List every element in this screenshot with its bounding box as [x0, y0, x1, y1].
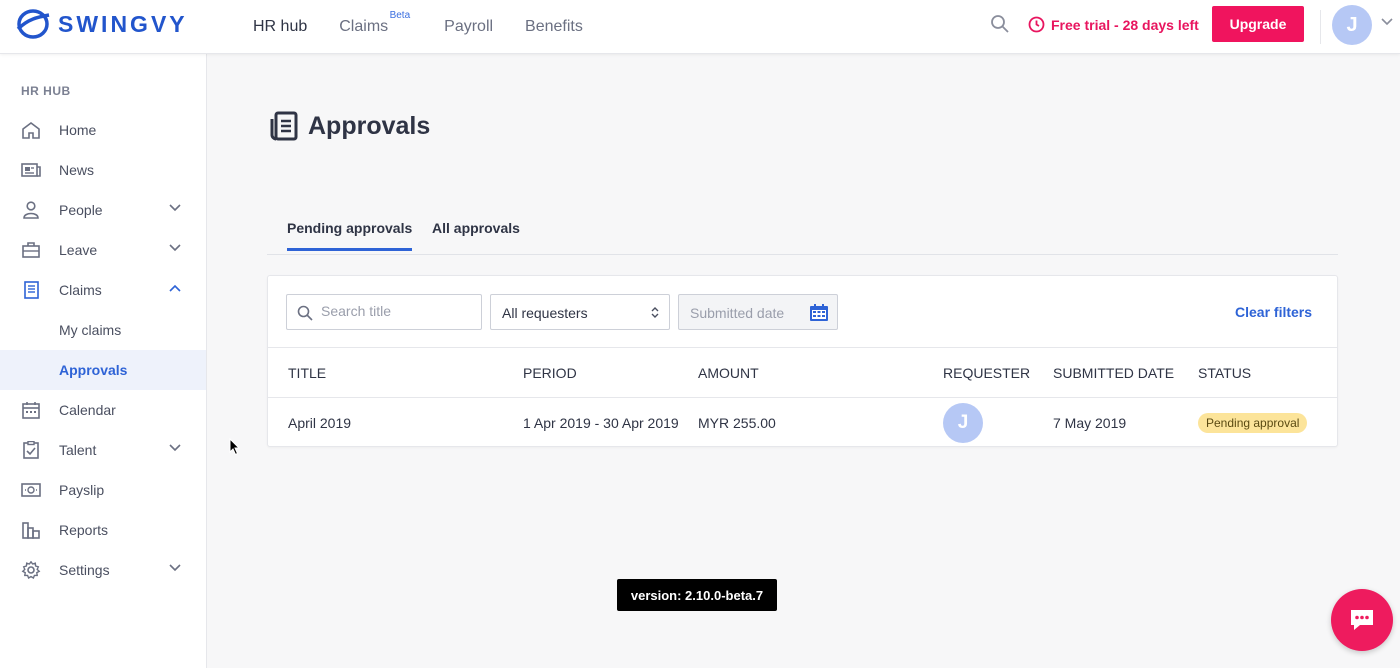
money-icon — [21, 483, 41, 497]
sidebar-item-label: Talent — [59, 442, 97, 458]
topnav-claims-label: Claims — [339, 18, 389, 35]
sidebar-item-label: My claims — [59, 322, 122, 338]
clear-filters-link[interactable]: Clear filters — [1235, 304, 1312, 320]
submitted-date-field[interactable]: Submitted date — [678, 294, 838, 330]
sidebar-item-home[interactable]: Home — [0, 110, 206, 150]
topnav-hr-hub[interactable]: HR hub — [253, 18, 307, 36]
sidebar-item-calendar[interactable]: Calendar — [0, 390, 206, 430]
chat-button[interactable] — [1331, 589, 1393, 651]
topnav-claims[interactable]: Claims Beta — [339, 10, 410, 36]
search-icon[interactable] — [990, 14, 1010, 34]
person-icon — [23, 201, 39, 219]
divider — [1320, 10, 1321, 44]
status-badge: Pending approval — [1198, 413, 1308, 433]
sidebar-item-settings[interactable]: Settings — [0, 550, 206, 590]
search-field[interactable] — [286, 294, 482, 330]
search-input[interactable] — [321, 303, 471, 319]
version-label: version: 2.10.0-beta.7 — [617, 579, 777, 611]
topnav-benefits[interactable]: Benefits — [525, 18, 583, 36]
cell-period: 1 Apr 2019 - 30 Apr 2019 — [523, 415, 679, 431]
sidebar-heading: HR HUB — [21, 84, 71, 98]
sidebar-item-label: Claims — [59, 282, 102, 298]
top-nav: HR hub Claims Beta Payroll Benefits — [253, 0, 615, 54]
document-icon — [270, 111, 298, 141]
trial-text: Free trial - 28 days left — [1051, 16, 1199, 33]
chevron-down-icon — [169, 204, 181, 212]
page-title: Approvals — [308, 111, 431, 140]
sidebar-item-approvals[interactable]: Approvals — [0, 350, 206, 390]
cell-title: April 2019 — [288, 415, 352, 431]
sidebar-item-reports[interactable]: Reports — [0, 510, 206, 550]
column-header-amount[interactable]: AMOUNT — [698, 365, 759, 381]
requester-select-value: All requesters — [502, 305, 588, 321]
column-header-status[interactable]: STATUS — [1198, 365, 1251, 381]
clipboard-icon — [23, 441, 39, 459]
search-icon — [297, 305, 313, 321]
column-header-period[interactable]: PERIOD — [523, 365, 577, 381]
bar-chart-icon — [22, 522, 40, 539]
sidebar: HR HUB Home News People Leave Claims My … — [0, 54, 207, 668]
sidebar-item-label: Calendar — [59, 402, 116, 418]
cell-submitted-date: 7 May 2019 — [1053, 415, 1127, 431]
document-icon — [24, 281, 39, 299]
sidebar-item-people[interactable]: People — [0, 190, 206, 230]
sidebar-item-label: Approvals — [59, 362, 128, 378]
sidebar-item-label: News — [59, 162, 95, 178]
sidebar-item-my-claims[interactable]: My claims — [0, 310, 206, 350]
gear-icon — [21, 561, 41, 579]
column-header-submitted-date[interactable]: SUBMITTED DATE — [1053, 365, 1174, 381]
sidebar-item-label: Settings — [59, 562, 110, 578]
sidebar-item-label: Leave — [59, 242, 98, 258]
sidebar-item-payslip[interactable]: Payslip — [0, 470, 206, 510]
approvals-card: All requesters Submitted date Clear filt… — [267, 275, 1338, 447]
trial-notice[interactable]: Free trial - 28 days left — [1028, 16, 1199, 33]
cell-amount: MYR 255.00 — [698, 415, 776, 431]
column-header-requester[interactable]: REQUESTER — [943, 365, 1030, 381]
sidebar-item-label: People — [59, 202, 103, 218]
clock-icon — [1028, 16, 1045, 33]
chevron-down-icon[interactable] — [1381, 18, 1393, 26]
user-avatar[interactable]: J — [1332, 5, 1372, 45]
requester-avatar: J — [943, 403, 983, 443]
table-header: TITLE PERIOD AMOUNT REQUESTER SUBMITTED … — [268, 347, 1337, 398]
sidebar-item-label: Payslip — [59, 482, 105, 498]
beta-badge: Beta — [389, 10, 411, 21]
sidebar-item-leave[interactable]: Leave — [0, 230, 206, 270]
sidebar-item-claims[interactable]: Claims — [0, 270, 206, 310]
page-header: Approvals — [270, 111, 430, 141]
calendar-icon — [22, 402, 40, 419]
briefcase-icon — [22, 242, 40, 258]
brand-logo[interactable]: SWINGVY — [16, 9, 188, 39]
sidebar-item-talent[interactable]: Talent — [0, 430, 206, 470]
topnav-payroll[interactable]: Payroll — [444, 18, 493, 36]
top-bar: SWINGVY HR hub Claims Beta Payroll Benef… — [0, 0, 1400, 54]
chevron-down-icon — [169, 564, 181, 572]
column-header-title[interactable]: TITLE — [288, 365, 326, 381]
chat-icon — [1351, 610, 1373, 630]
chevron-down-icon — [169, 244, 181, 252]
requester-select[interactable]: All requesters — [490, 294, 670, 330]
upgrade-button[interactable]: Upgrade — [1212, 6, 1304, 42]
tab-all-approvals[interactable]: All approvals — [432, 220, 520, 236]
chevron-down-icon — [169, 444, 181, 452]
sidebar-item-label: Home — [59, 122, 97, 138]
submitted-date-placeholder: Submitted date — [690, 305, 785, 321]
sidebar-item-label: Reports — [59, 522, 109, 538]
mouse-cursor-icon — [229, 438, 241, 456]
select-arrows-icon — [651, 307, 659, 318]
tab-pending-approvals[interactable]: Pending approvals — [287, 220, 413, 251]
swingvy-logo-icon — [16, 9, 50, 39]
home-icon — [22, 122, 40, 139]
calendar-icon[interactable] — [809, 303, 829, 322]
news-icon — [21, 163, 41, 177]
brand-name: SWINGVY — [58, 10, 188, 37]
chevron-up-icon — [169, 284, 181, 292]
table-row[interactable]: April 2019 1 Apr 2019 - 30 Apr 2019 MYR … — [268, 398, 1337, 447]
sidebar-item-news[interactable]: News — [0, 150, 206, 190]
tab-bar: Pending approvals All approvals — [267, 212, 1338, 255]
